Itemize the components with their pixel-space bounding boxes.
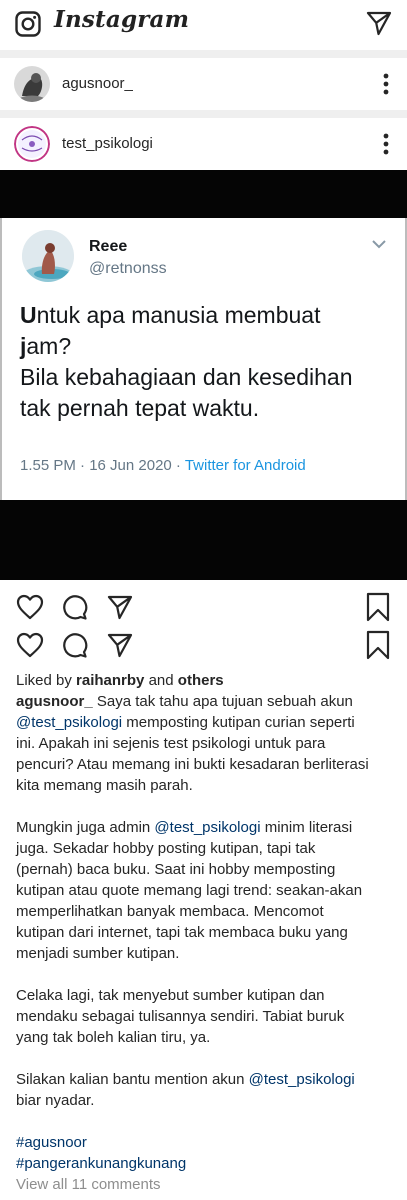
comment-icon[interactable]: [60, 593, 88, 621]
post-header-agusnoor[interactable]: agusnoor_: [0, 58, 407, 110]
tweet-line: Untuk apa manusia membuat: [20, 302, 321, 328]
tweet-line: tak pernah tepat waktu.: [20, 395, 260, 421]
share-icon[interactable]: [106, 631, 134, 659]
caption-paragraph: Mungkin juga admin @test_psikologi minim…: [16, 819, 363, 962]
direct-message-icon[interactable]: [365, 9, 393, 37]
username[interactable]: test_psikologi: [62, 135, 153, 152]
instagram-logo: Instagram: [54, 6, 190, 33]
action-bar: [0, 588, 407, 628]
post-image-bottom-bar: [0, 500, 407, 580]
username[interactable]: agusnoor_: [62, 75, 133, 92]
camera-icon[interactable]: [14, 10, 42, 38]
action-bar: [0, 626, 407, 666]
likes-summary[interactable]: Liked by raihanrby and others: [16, 670, 399, 691]
mention-link[interactable]: @test_psikologi: [249, 1071, 355, 1088]
avatar[interactable]: [14, 126, 50, 162]
share-icon[interactable]: [106, 593, 134, 621]
bookmark-icon[interactable]: [366, 592, 390, 622]
tweet-line: jam?: [20, 333, 72, 359]
post-image-tweet[interactable]: Reee @retnonss Untuk apa manusia membuat…: [0, 218, 407, 500]
hashtags: #agusnoor #pangerankunangkunang: [16, 1132, 399, 1174]
more-icon[interactable]: [383, 72, 389, 96]
caption-paragraph: Celaka lagi, tak menyebut sumber kutipan…: [16, 987, 345, 1046]
avatar: [22, 230, 74, 282]
post-caption: Liked by raihanrby and others agusnoor_ …: [16, 670, 399, 1195]
caption-author[interactable]: agusnoor_: [16, 693, 93, 710]
view-all-comments-link[interactable]: View all 11 comments: [16, 1174, 399, 1195]
heart-icon[interactable]: [16, 632, 44, 658]
separator: [0, 50, 407, 58]
post-header-test-psikologi[interactable]: test_psikologi: [0, 118, 407, 170]
chevron-down-icon: [372, 240, 386, 249]
more-icon[interactable]: [383, 132, 389, 156]
tweet-line: Bila kebahagiaan dan kesedihan: [20, 364, 353, 390]
liked-others[interactable]: others: [178, 672, 224, 689]
avatar[interactable]: [14, 66, 50, 102]
heart-icon[interactable]: [16, 594, 44, 620]
tweet-author-name: Reee: [89, 238, 128, 255]
bookmark-icon[interactable]: [366, 630, 390, 660]
tweet-meta: 1.55 PM · 16 Jun 2020 · Twitter for Andr…: [20, 457, 306, 474]
separator: [0, 110, 407, 118]
comment-icon[interactable]: [60, 631, 88, 659]
liked-user[interactable]: raihanrby: [76, 672, 144, 689]
caption-paragraph: agusnoor_ Saya tak tahu apa tujuan sebua…: [16, 693, 369, 794]
caption-paragraph: Silakan kalian bantu mention akun @test_…: [16, 1071, 355, 1109]
hashtag-link[interactable]: #pangerankunangkunang: [16, 1153, 399, 1174]
hashtag-link[interactable]: #agusnoor: [16, 1132, 399, 1153]
mention-link[interactable]: @test_psikologi: [16, 714, 122, 731]
post-image-top-bar: [0, 170, 407, 218]
tweet-source: Twitter for Android: [184, 457, 306, 474]
mention-link[interactable]: @test_psikologi: [154, 819, 260, 836]
tweet-text: Untuk apa manusia membuat jam? Bila keba…: [20, 300, 400, 424]
tweet-author-handle: @retnonss: [89, 260, 167, 277]
top-bar: Instagram: [0, 0, 407, 50]
